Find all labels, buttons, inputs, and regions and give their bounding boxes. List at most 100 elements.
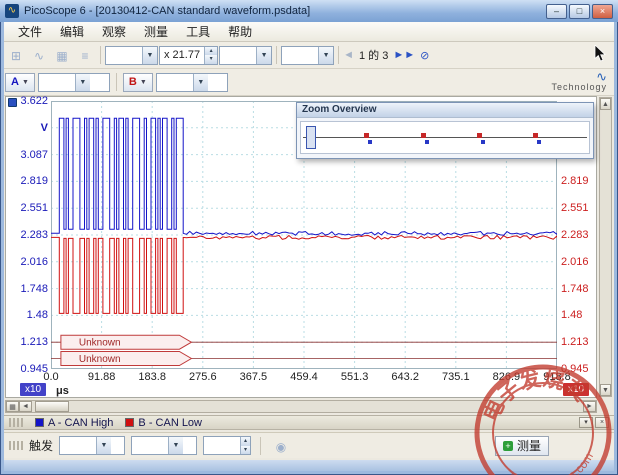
- x-axis-label: 91.88: [80, 371, 124, 383]
- vertical-scrollbar[interactable]: ▲ ▼: [599, 97, 612, 397]
- pico-swoosh-icon: ∿: [551, 72, 607, 82]
- trigger-mode-select[interactable]: ▼: [59, 436, 125, 455]
- separator: [338, 46, 339, 64]
- y-axis-unit: V: [8, 122, 48, 134]
- timebase-select[interactable]: ▼: [105, 46, 158, 65]
- y-axis-label-left: 3.622: [8, 95, 48, 107]
- app-icon: ∿: [5, 4, 19, 18]
- decoder-frame-label: Unknown: [79, 354, 121, 365]
- maximize-button[interactable]: □: [569, 4, 590, 19]
- zoom-overview-title[interactable]: Zoom Overview: [297, 103, 593, 118]
- panel-collapse-icon[interactable]: ▾: [579, 417, 593, 428]
- zoom-overview-body[interactable]: [300, 121, 590, 154]
- menu-item-measurements[interactable]: 测量: [135, 21, 177, 42]
- zoom-marker-red[interactable]: [421, 133, 426, 138]
- scroll-right-icon[interactable]: ►: [583, 401, 596, 412]
- legend-channel-b[interactable]: B - CAN Low: [125, 417, 202, 429]
- zoom-marker-red[interactable]: [477, 133, 482, 138]
- spectrum-view-icon[interactable]: ∿: [28, 45, 50, 65]
- y-axis-label-right: 2.551: [561, 202, 596, 214]
- y-axis-label-left: 1.748: [8, 283, 48, 295]
- x-axis-label: 643.2: [383, 371, 427, 383]
- trigger-label: 触发: [29, 437, 53, 454]
- window-bottom-frame: [0, 460, 618, 475]
- trigger-threshold-spinner[interactable]: ▴▾: [203, 436, 251, 455]
- panel-close-icon[interactable]: ×: [595, 417, 609, 428]
- zoom-marker-red[interactable]: [533, 133, 538, 138]
- x-axis-label: 826.9: [484, 371, 528, 383]
- spin-up-icon[interactable]: ▴: [241, 437, 250, 446]
- next-buffer-icon[interactable]: ►►: [393, 49, 415, 61]
- channel-b-range-select[interactable]: ▼: [156, 73, 228, 92]
- legend-bar: A - CAN High B - CAN Low ▾ ×: [3, 415, 615, 430]
- zoom-region-handle[interactable]: [306, 126, 316, 149]
- scroll-up-icon[interactable]: ▲: [600, 98, 611, 110]
- zoom-overview-window[interactable]: Zoom Overview: [296, 102, 594, 159]
- x-axis-unit: μs: [56, 385, 69, 397]
- zoom-marker-blue: [368, 140, 372, 144]
- trigger-source-select[interactable]: ▼: [131, 436, 197, 455]
- buffer-navigator: ◄ 1 的 3 ►► ⊘: [343, 47, 429, 63]
- chevron-down-icon: ▼: [140, 79, 147, 86]
- trigger-toolbar: 触发 ▼ ▼ ▴▾ ◉ + 测量: [3, 432, 615, 458]
- window-title: PicoScope 6 - [20130412-CAN standard wav…: [24, 5, 310, 17]
- scroll-left-icon[interactable]: ◄: [19, 401, 32, 412]
- chevron-down-icon: ▼: [22, 79, 29, 86]
- add-view-icon[interactable]: ≡: [74, 45, 96, 65]
- chevron-down-icon: ▼: [168, 437, 183, 454]
- scroll-grip-icon[interactable]: ▦: [6, 401, 19, 412]
- channel-b-button[interactable]: B▼: [123, 73, 153, 92]
- prev-buffer-icon[interactable]: ◄: [343, 49, 354, 61]
- drag-grip[interactable]: [9, 441, 23, 450]
- menu-item-file[interactable]: 文件: [9, 21, 51, 42]
- menu-item-edit[interactable]: 编辑: [51, 21, 93, 42]
- y-axis-label-left: 2.016: [8, 256, 48, 268]
- menu-item-tools[interactable]: 工具: [177, 21, 219, 42]
- y-axis-label-right: 1.48: [561, 309, 596, 321]
- y-axis-label-left: 2.283: [8, 229, 48, 241]
- scope-view-icon[interactable]: ⊞: [5, 45, 27, 65]
- persistence-view-icon[interactable]: ▦: [51, 45, 73, 65]
- measurements-button[interactable]: + 测量: [495, 436, 549, 456]
- scrollbar-thumb[interactable]: [35, 401, 69, 412]
- separator: [100, 46, 101, 64]
- legend-channel-a[interactable]: A - CAN High: [35, 417, 113, 429]
- chevron-down-icon: ▼: [193, 74, 208, 91]
- menu-item-help[interactable]: 帮助: [219, 21, 261, 42]
- y-axis-label-left: 1.48: [8, 309, 48, 321]
- y-axis-label-right: 2.819: [561, 175, 596, 187]
- spin-up-icon[interactable]: ▴: [205, 47, 217, 56]
- y-axis-label-right: 2.283: [561, 229, 596, 241]
- channel-a-button[interactable]: A▼: [5, 73, 35, 92]
- zoom-marker-blue: [481, 140, 485, 144]
- samples-select[interactable]: ▼: [219, 46, 272, 65]
- channel-a-range-select[interactable]: ▼: [38, 73, 110, 92]
- minimize-button[interactable]: –: [546, 4, 567, 19]
- zoom-factor-spinner[interactable]: x 21.77▴▾: [159, 46, 218, 65]
- zoom-marker-red[interactable]: [364, 133, 369, 138]
- drag-grip[interactable]: [9, 418, 23, 427]
- buffer-overview-icon[interactable]: ⊘: [420, 49, 429, 62]
- chevron-down-icon: ▼: [96, 437, 111, 454]
- legend-swatch-a: [35, 418, 44, 427]
- buffer-indicator: 1 的 3: [359, 47, 388, 63]
- menu-item-views[interactable]: 观察: [93, 21, 135, 42]
- camera-icon[interactable]: ◉: [270, 436, 292, 456]
- y-axis-label-left: 1.213: [8, 336, 48, 348]
- close-button[interactable]: ×: [592, 4, 613, 19]
- title-bar[interactable]: ∿ PicoScope 6 - [20130412-CAN standard w…: [0, 0, 618, 22]
- x-axis-label: 183.8: [130, 371, 174, 383]
- horizontal-scrollbar[interactable]: ▦ ◄ ►: [5, 400, 597, 413]
- x-axis-label: 551.3: [333, 371, 377, 383]
- separator: [260, 437, 261, 455]
- y-axis-label-right: 1.213: [561, 336, 596, 348]
- scroll-down-icon[interactable]: ▼: [600, 384, 611, 396]
- spin-down-icon[interactable]: ▾: [241, 446, 250, 455]
- legend-swatch-b: [125, 418, 134, 427]
- spin-down-icon[interactable]: ▾: [205, 55, 217, 64]
- x-axis-label: 0.0: [29, 371, 73, 383]
- x-axis-label: 459.4: [282, 371, 326, 383]
- x-axis-label: 275.6: [181, 371, 225, 383]
- x-axis-label: 918.8: [535, 371, 579, 383]
- resolution-select[interactable]: ▼: [281, 46, 334, 65]
